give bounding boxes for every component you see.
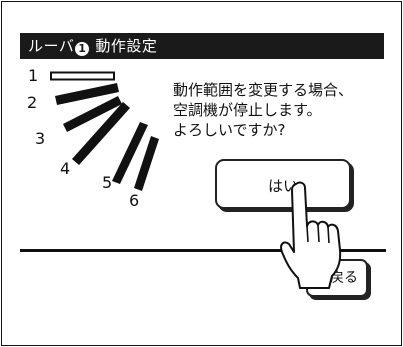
screen-border-bottom: [1, 345, 402, 346]
page-title: 動作設定: [95, 37, 158, 55]
louver-position-6-label: 6: [129, 191, 139, 210]
louver-position-3-label: 3: [35, 129, 45, 148]
message-line-3: よろしいですか?: [173, 121, 286, 139]
louver-position-1-bar: [50, 71, 115, 81]
hand-pointer-icon: [280, 181, 342, 289]
screen-border-right: [401, 1, 402, 346]
confirmation-message: 動作範囲を変更する場合、 空調機が停止します。 よろしいですか?: [173, 80, 388, 140]
louver-position-4-label: 4: [60, 159, 70, 178]
message-line-2: 空調機が停止します。: [173, 101, 322, 119]
title-bar: ルーバ 1 動作設定: [20, 33, 384, 59]
louver-position-5-label: 5: [102, 173, 112, 192]
screen-border-left: [1, 1, 2, 346]
circled-number-badge: 1: [75, 42, 90, 56]
title-prefix: ルーバ: [28, 37, 75, 55]
louver-position-1-label: 1: [28, 66, 38, 85]
message-line-1: 動作範囲を変更する場合、: [173, 81, 354, 99]
louver-position-2-label: 2: [27, 93, 37, 112]
screen-border-top: [1, 1, 402, 2]
louver-position-diagram: 1 2 3 4 5 6: [27, 66, 159, 210]
